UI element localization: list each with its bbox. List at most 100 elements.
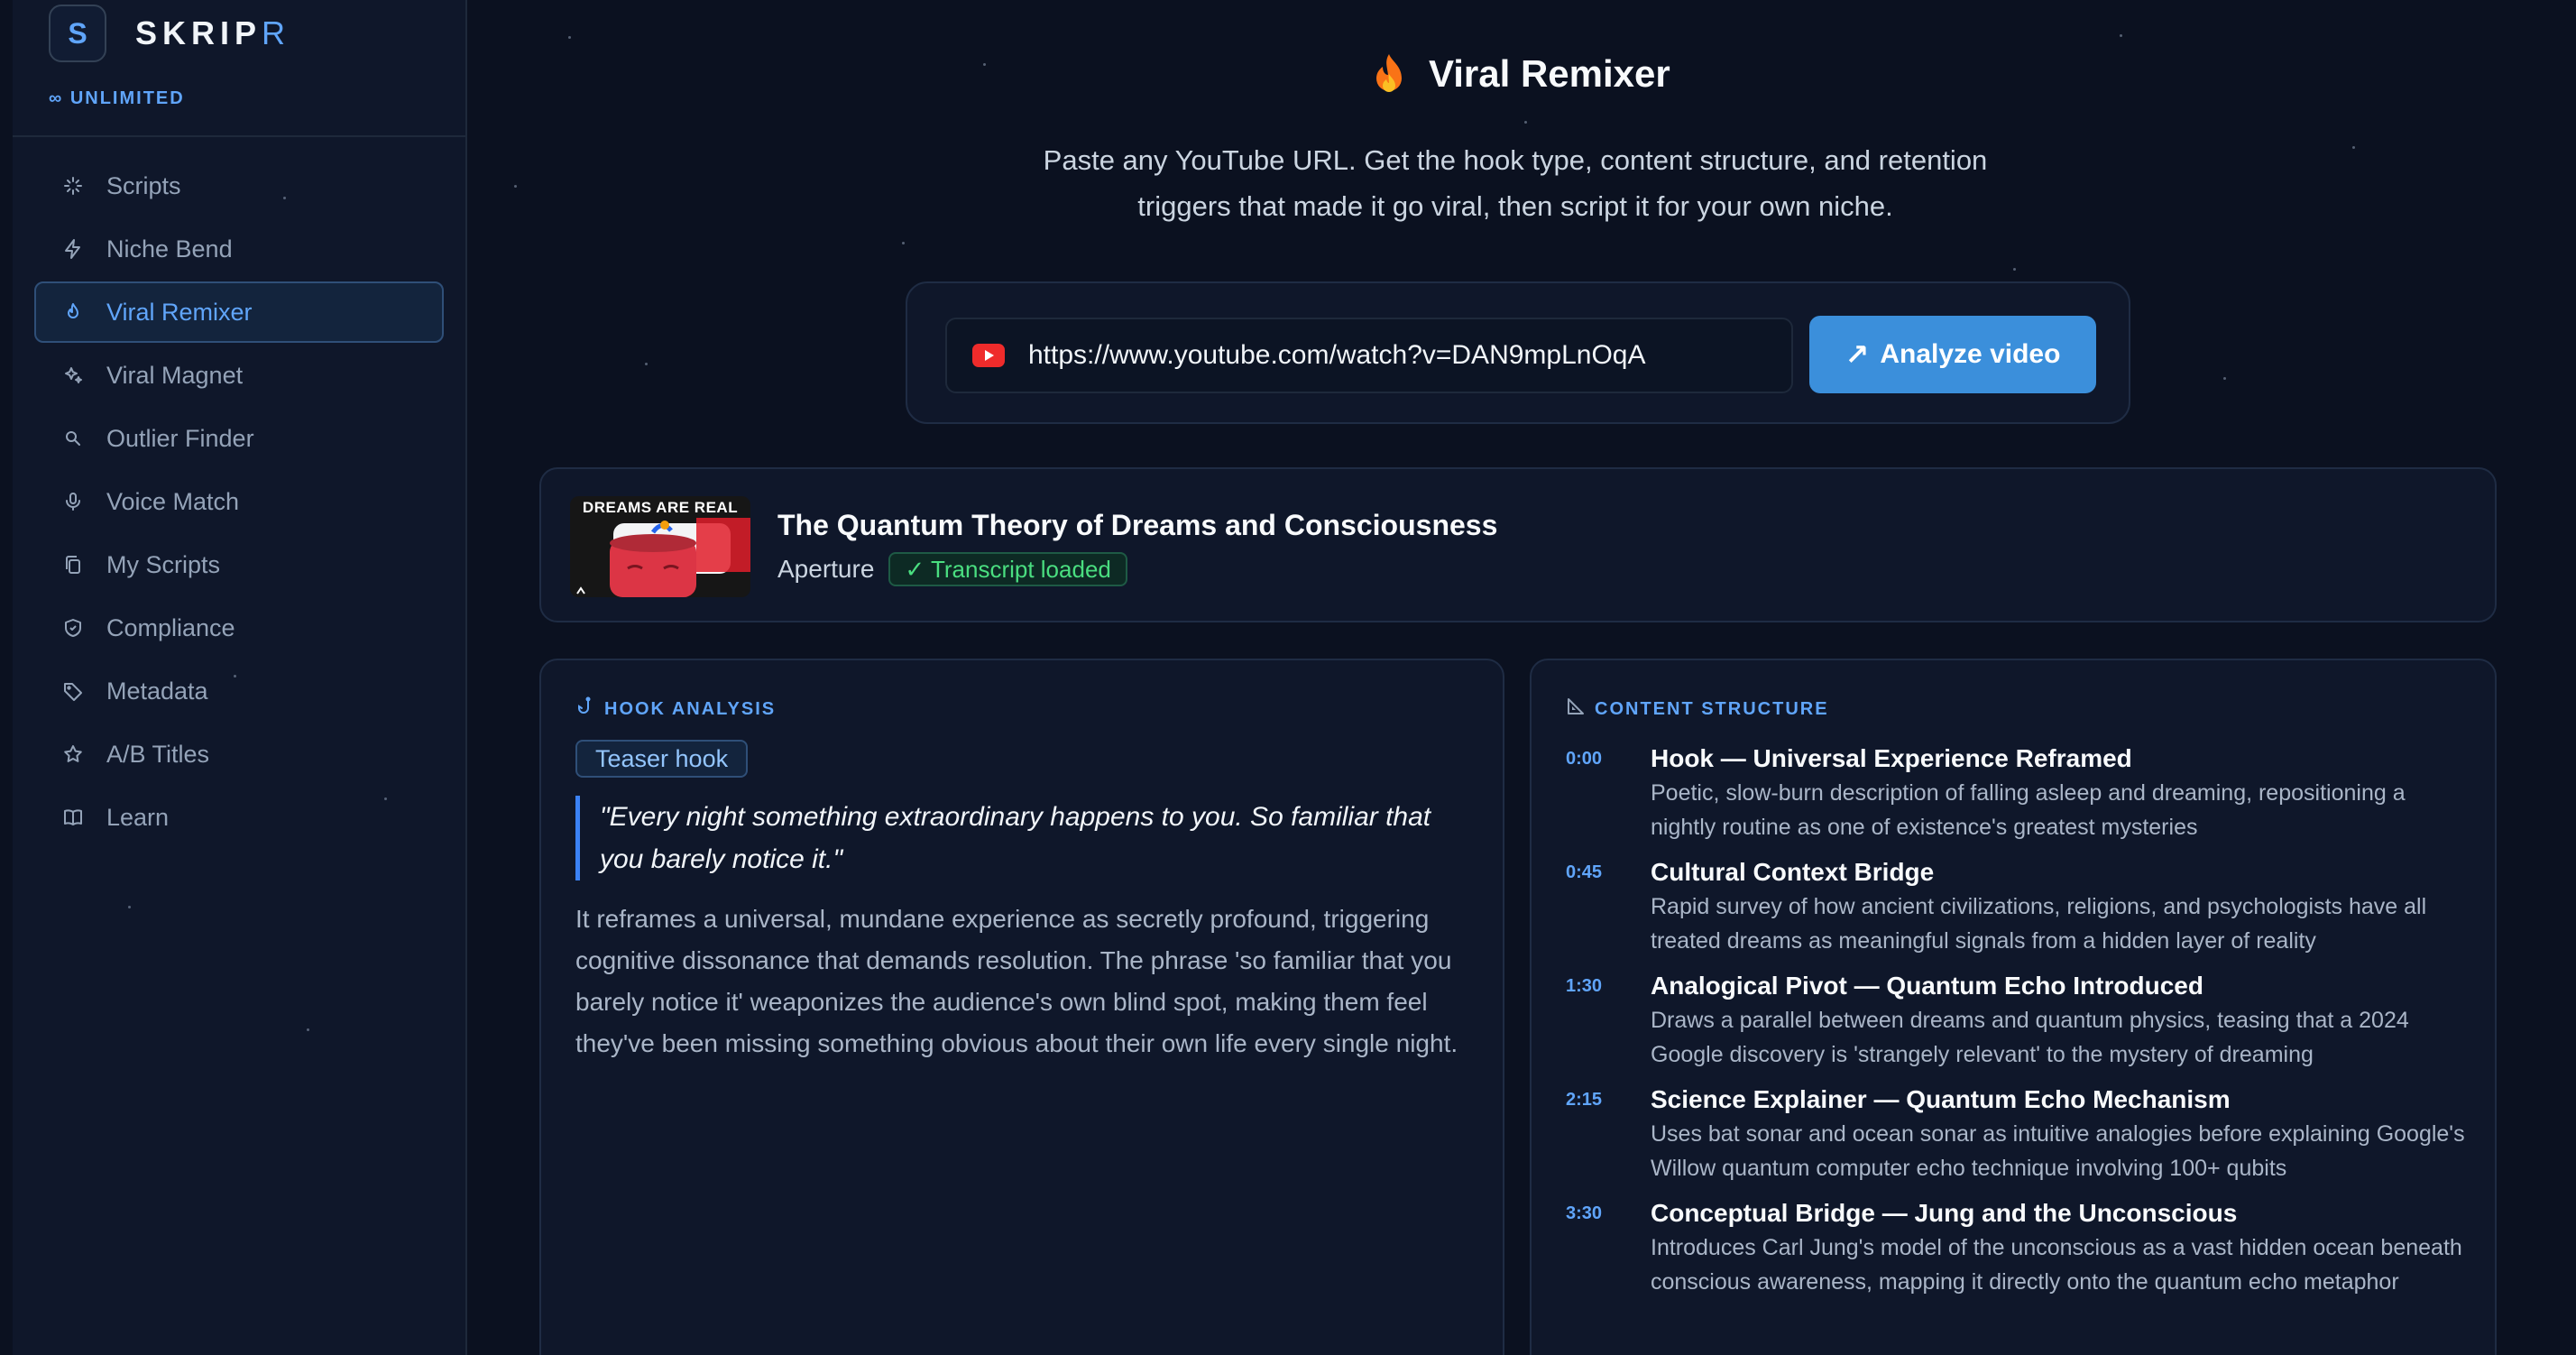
transcript-status-badge: ✓ Transcript loaded: [888, 552, 1127, 586]
content-structure-heading: CONTENT STRUCTURE: [1595, 698, 1829, 719]
microphone-icon: [60, 488, 87, 515]
sparkle-icon: [60, 172, 87, 199]
star: [514, 185, 517, 188]
sidebar-item-label: Voice Match: [106, 487, 240, 515]
sidebar-item-viral-magnet[interactable]: Viral Magnet: [34, 345, 444, 406]
star: [902, 242, 905, 244]
sidebar-item-my-scripts[interactable]: My Scripts: [34, 534, 444, 595]
hook-analysis-heading: HOOK ANALYSIS: [604, 698, 777, 719]
sidebar-item-learn[interactable]: Learn: [34, 787, 444, 848]
sidebar-item-label: Metadata: [106, 677, 208, 705]
star: [2352, 146, 2355, 149]
copy-icon: [60, 551, 87, 578]
structure-list: 0:00 Hook — Universal Experience Reframe…: [1566, 742, 2468, 1310]
hook-explanation: It reframes a universal, mundane experie…: [575, 905, 1458, 1057]
structure-title: Science Explainer — Quantum Echo Mechani…: [1651, 1085, 2231, 1113]
structure-description: Introduces Carl Jung's model of the unco…: [1651, 1235, 2462, 1295]
structure-timestamp: 3:30: [1566, 1203, 1603, 1223]
arrow-up-right-icon: ↗: [1845, 338, 1870, 371]
brand-name: SKRIPR: [135, 14, 290, 52]
sidebar-item-label: Compliance: [106, 613, 235, 641]
book-icon: [60, 804, 87, 831]
video-thumbnail[interactable]: DREAMS ARE REAL: [570, 496, 750, 597]
sidebar-item-label: Outlier Finder: [106, 424, 254, 452]
tag-icon: [60, 678, 87, 705]
youtube-icon: [972, 344, 1005, 367]
hook-quote: "Every night something extraordinary hap…: [575, 796, 1468, 880]
brand-name-main: SKRIP: [135, 14, 262, 51]
sidebar-item-label: Scripts: [106, 171, 181, 199]
flame-icon: [60, 299, 87, 326]
sidebar-item-label: My Scripts: [106, 550, 221, 578]
sidebar-divider: [13, 135, 465, 137]
content-structure-panel: CONTENT STRUCTURE 0:00 Hook — Universal …: [1530, 659, 2497, 1355]
structure-title: Cultural Context Bridge: [1651, 858, 1935, 886]
app-root: S SKRIPR ∞ UNLIMITED Scripts Niche Bend: [0, 0, 2576, 1355]
video-title: The Quantum Theory of Dreams and Conscio…: [777, 509, 1498, 541]
sidebar-item-viral-remixer[interactable]: Viral Remixer: [34, 281, 444, 343]
youtube-url-value: https://www.youtube.com/watch?v=DAN9mpLn…: [1028, 340, 1646, 370]
sidebar-item-metadata[interactable]: Metadata: [34, 660, 444, 722]
sidebar-nav: Scripts Niche Bend Viral Remixer Viral M…: [34, 155, 444, 850]
sidebar-item-ab-titles[interactable]: A/B Titles: [34, 724, 444, 785]
content-structure-header: CONTENT STRUCTURE: [1566, 696, 1829, 722]
plan-badge: ∞ UNLIMITED: [49, 88, 185, 108]
structure-item: 0:45 Cultural Context Bridge Rapid surve…: [1566, 855, 2468, 958]
structure-title: Analogical Pivot — Quantum Echo Introduc…: [1651, 972, 2203, 1000]
structure-timestamp: 2:15: [1566, 1090, 1603, 1110]
star: [1524, 121, 1527, 124]
channel-name: Aperture: [777, 555, 875, 583]
page-title: Viral Remixer: [1371, 52, 1670, 96]
structure-body: Science Explainer — Quantum Echo Mechani…: [1651, 1083, 2468, 1185]
fishing-hook-icon: [575, 696, 595, 722]
structure-item: 0:00 Hook — Universal Experience Reframe…: [1566, 742, 2468, 844]
structure-item: 3:30 Conceptual Bridge — Jung and the Un…: [1566, 1196, 2468, 1299]
sidebar-item-outlier-finder[interactable]: Outlier Finder: [34, 408, 444, 469]
sidebar-item-niche-bend[interactable]: Niche Bend: [34, 218, 444, 280]
structure-body: Cultural Context Bridge Rapid survey of …: [1651, 855, 2468, 958]
structure-description: Poetic, slow-burn description of falling…: [1651, 780, 2406, 840]
lightning-icon: [60, 235, 87, 263]
sidebar-item-label: Viral Magnet: [106, 361, 244, 389]
stars-icon: [60, 362, 87, 389]
hook-analysis-header: HOOK ANALYSIS: [575, 696, 776, 722]
triangle-ruler-icon: [1566, 696, 1586, 722]
structure-item: 1:30 Analogical Pivot — Quantum Echo Int…: [1566, 969, 2468, 1072]
structure-body: Conceptual Bridge — Jung and the Unconsc…: [1651, 1196, 2468, 1299]
analyze-button-label: Analyze video: [1880, 339, 2061, 369]
sidebar-item-label: Learn: [106, 803, 170, 831]
star: [2120, 34, 2122, 37]
sidebar: S SKRIPR ∞ UNLIMITED Scripts Niche Bend: [13, 0, 467, 1355]
structure-timestamp: 1:30: [1566, 976, 1603, 996]
analyze-video-button[interactable]: ↗ Analyze video: [1809, 316, 2096, 393]
thumbnail-caption: DREAMS ARE REAL: [582, 499, 739, 516]
sidebar-item-label: A/B Titles: [106, 740, 210, 768]
star-icon: [60, 741, 87, 768]
star: [983, 63, 986, 66]
brand-name-last: R: [262, 14, 291, 51]
sidebar-item-scripts[interactable]: Scripts: [34, 155, 444, 217]
hook-analysis-panel: HOOK ANALYSIS Teaser hook "Every night s…: [539, 659, 1504, 1355]
brand-logo[interactable]: S SKRIPR: [49, 0, 290, 67]
video-info-card: DREAMS ARE REAL The Quantum Theory of Dr…: [539, 467, 2497, 622]
structure-description: Rapid survey of how ancient civilization…: [1651, 894, 2427, 954]
sidebar-item-voice-match[interactable]: Voice Match: [34, 471, 444, 532]
structure-body: Analogical Pivot — Quantum Echo Introduc…: [1651, 969, 2468, 1072]
brand-badge: S: [49, 5, 106, 62]
structure-description: Uses bat sonar and ocean sonar as intuit…: [1651, 1121, 2465, 1181]
star: [568, 36, 571, 39]
structure-timestamp: 0:45: [1566, 862, 1603, 882]
search-icon: [60, 425, 87, 452]
structure-timestamp: 0:00: [1566, 749, 1603, 769]
sidebar-item-label: Niche Bend: [106, 235, 233, 263]
structure-body: Hook — Universal Experience Reframed Poe…: [1651, 742, 2468, 844]
star: [307, 1028, 309, 1031]
structure-description: Draws a parallel between dreams and quan…: [1651, 1008, 2409, 1067]
structure-title: Conceptual Bridge — Jung and the Unconsc…: [1651, 1199, 2238, 1227]
star: [2013, 268, 2016, 271]
sidebar-item-compliance[interactable]: Compliance: [34, 597, 444, 659]
shield-icon: [60, 614, 87, 641]
youtube-url-input[interactable]: https://www.youtube.com/watch?v=DAN9mpLn…: [945, 318, 1793, 393]
video-meta: Aperture ✓ Transcript loaded: [777, 552, 1127, 586]
star: [128, 906, 131, 908]
